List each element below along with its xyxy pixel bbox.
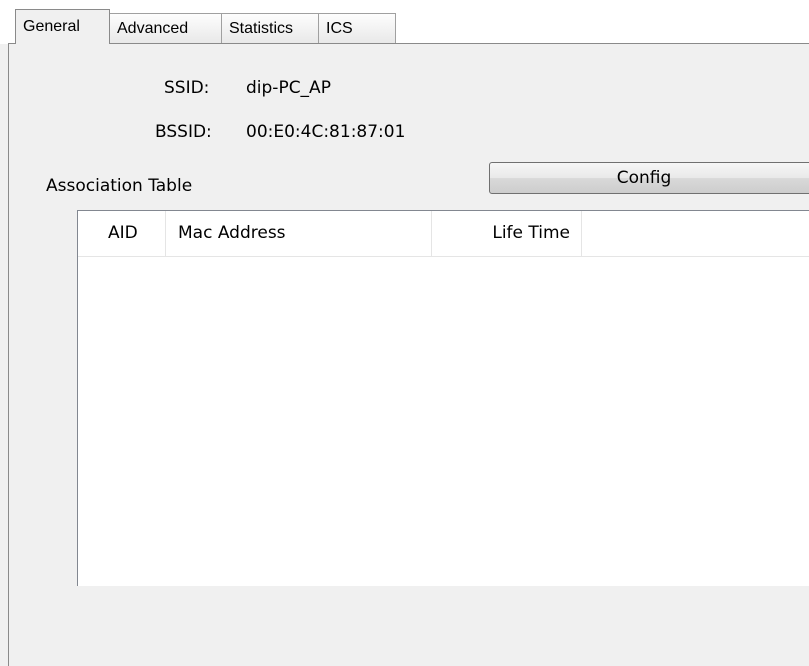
column-header-life-time[interactable]: Life Time [432, 211, 582, 256]
column-header-filler [582, 211, 809, 256]
ssid-label: SSID: [164, 78, 210, 98]
ssid-value: dip-PC_AP [246, 78, 331, 98]
bssid-value: 00:E0:4C:81:87:01 [246, 122, 406, 142]
window-content: General Advanced Statistics ICS SSID: di… [0, 0, 809, 666]
tab-strip: General Advanced Statistics ICS [15, 9, 396, 44]
association-table-label: Association Table [46, 176, 193, 196]
tab-ics[interactable]: ICS [318, 13, 396, 44]
tab-advanced[interactable]: Advanced [109, 13, 222, 44]
table-header: AID Mac Address Life Time [78, 211, 809, 257]
config-button[interactable]: Config [489, 162, 809, 194]
tab-statistics[interactable]: Statistics [221, 13, 319, 44]
association-table[interactable]: AID Mac Address Life Time [77, 210, 809, 586]
column-header-mac-address[interactable]: Mac Address [166, 211, 432, 256]
tab-general[interactable]: General [15, 9, 110, 44]
table-body[interactable] [78, 257, 809, 586]
column-header-aid[interactable]: AID [78, 211, 166, 256]
bssid-label: BSSID: [155, 122, 212, 142]
